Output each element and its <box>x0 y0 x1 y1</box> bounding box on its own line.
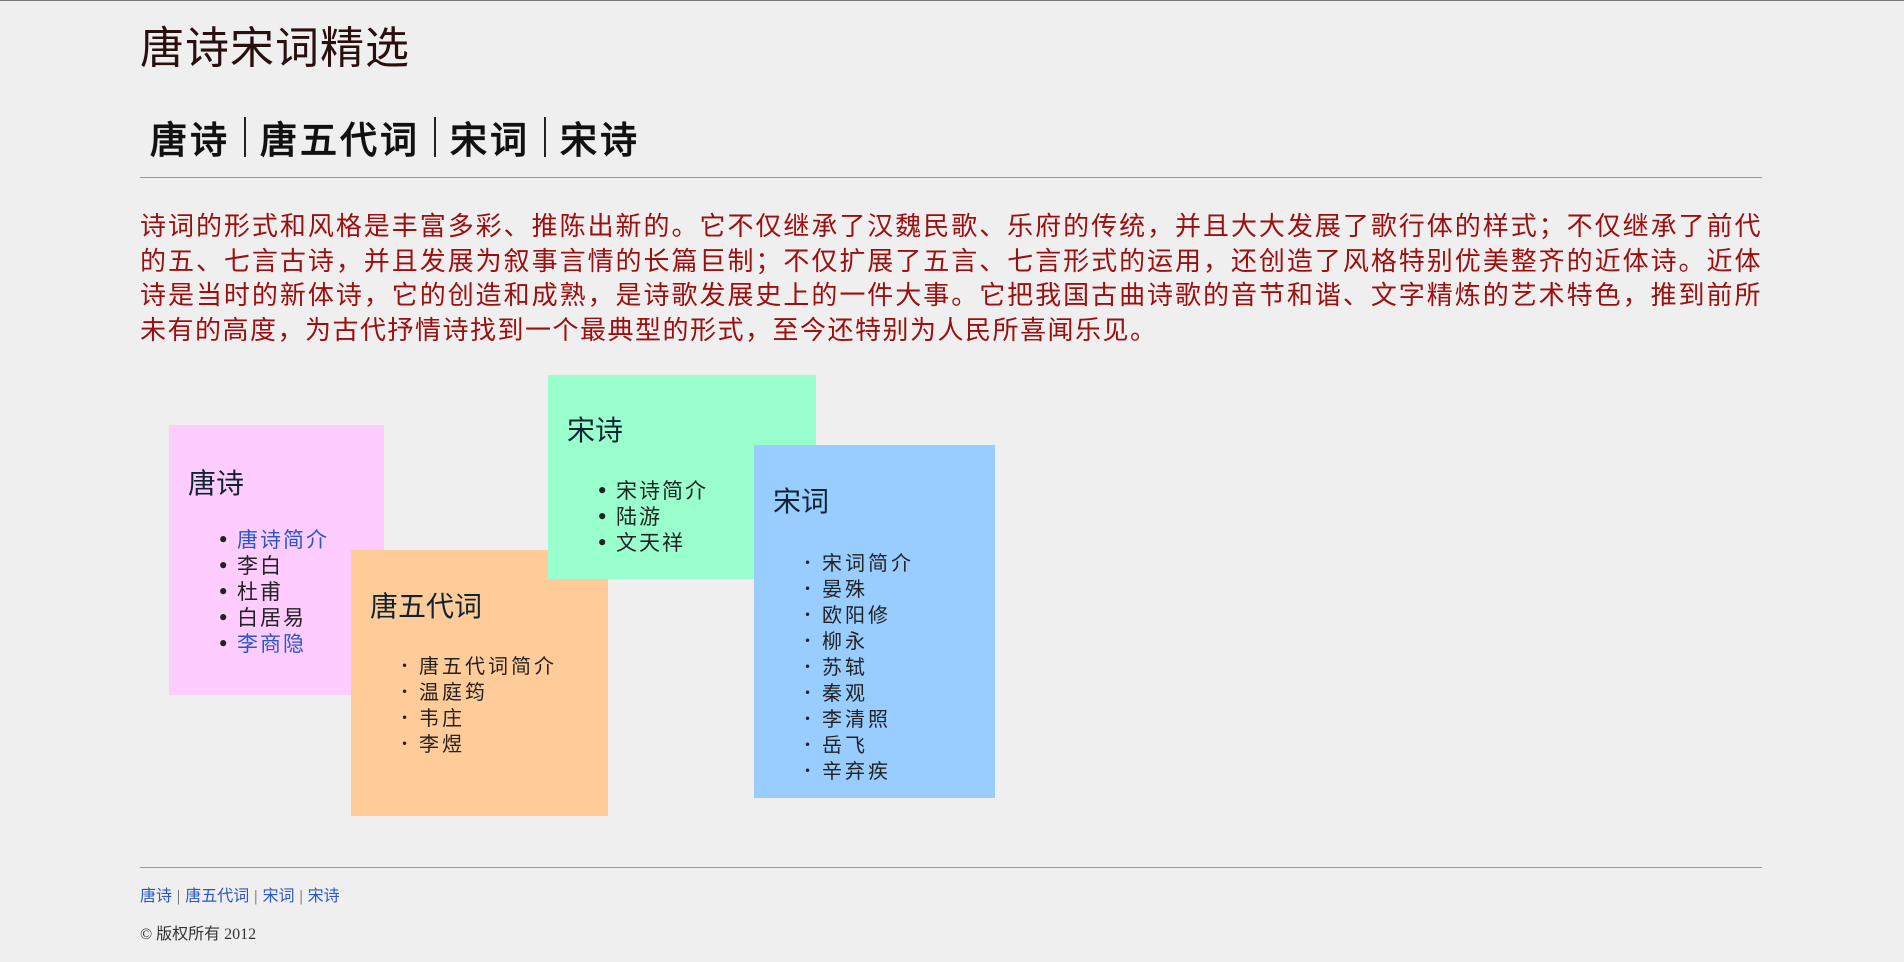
brush-nav-tang-wudai[interactable]: 唐五代词 <box>260 110 420 164</box>
list-item: 岳飞 <box>800 732 914 758</box>
card-list: 唐五代词简介 温庭筠 韦庄 李煜 <box>397 653 557 757</box>
footer-separator: | <box>254 888 258 905</box>
card-list: 唐诗简介 李白 杜甫 白居易 李商隐 <box>215 527 329 657</box>
site-title: 唐诗宋词精选 <box>140 23 410 74</box>
list-item: 李清照 <box>800 706 914 732</box>
list-item: 宋诗简介 <box>594 478 708 504</box>
list-item: 苏轼 <box>800 654 914 680</box>
footer-link-song-ci[interactable]: 宋词 <box>262 888 294 905</box>
list-item: 李煜 <box>397 731 557 757</box>
card-title: 宋词 <box>773 485 830 518</box>
brush-nav-song-ci[interactable]: 宋词 <box>450 110 530 164</box>
list-item: 杜甫 <box>215 579 329 605</box>
brush-nav-divider <box>244 117 246 157</box>
list-item: 韦庄 <box>397 705 557 731</box>
list-item: 温庭筠 <box>397 679 557 705</box>
footer-link-tang[interactable]: 唐诗 <box>140 888 172 905</box>
copyright-text: © 版权所有 2012 <box>140 926 257 943</box>
list-item: 秦观 <box>800 680 914 706</box>
list-item: 晏殊 <box>800 576 914 602</box>
card-title: 宋诗 <box>567 414 624 447</box>
footer-navigation: 唐诗 | 唐五代词 | 宋词 | 宋诗 <box>140 886 340 908</box>
footer-link-song-poem[interactable]: 宋诗 <box>308 888 340 905</box>
card-title: 唐诗 <box>188 467 245 500</box>
card-list: 宋诗简介 陆游 文天祥 <box>594 478 708 556</box>
brush-nav-tang[interactable]: 唐诗 <box>150 110 230 164</box>
list-item: 欧阳修 <box>800 602 914 628</box>
list-item-link[interactable]: 唐诗简介 <box>215 527 329 553</box>
list-item: 唐五代词简介 <box>397 653 557 679</box>
list-item: 陆游 <box>594 504 708 530</box>
list-item: 文天祥 <box>594 530 708 556</box>
brush-nav-divider <box>544 117 546 157</box>
brush-nav-divider <box>434 117 436 157</box>
brush-nav-song-poem[interactable]: 宋诗 <box>560 110 640 164</box>
header-divider <box>140 177 1762 178</box>
list-item: 辛弃疾 <box>800 758 914 784</box>
intro-paragraph: 诗词的形式和风格是丰富多彩、推陈出新的。它不仅继承了汉魏民歌、乐府的传统，并且大… <box>140 212 1762 346</box>
card-title: 唐五代词 <box>370 590 483 623</box>
list-item: 白居易 <box>215 605 329 631</box>
card-tang-wudai: 唐五代词 唐五代词简介 温庭筠 韦庄 李煜 <box>351 550 608 816</box>
list-item: 李白 <box>215 553 329 579</box>
brush-navigation: 唐诗 唐五代词 宋词 宋诗 <box>150 112 640 162</box>
list-item-link[interactable]: 李商隐 <box>215 631 329 657</box>
list-item: 柳永 <box>800 628 914 654</box>
page-container: 唐诗宋词精选 唐诗 唐五代词 宋词 宋诗 诗词的形式和风格是丰富多彩、推陈出新的… <box>140 0 1762 962</box>
footer-link-tang-wudai[interactable]: 唐五代词 <box>185 888 249 905</box>
list-item: 宋词简介 <box>800 550 914 576</box>
card-list: 宋词简介 晏殊 欧阳修 柳永 苏轼 秦观 李清照 岳飞 辛弃疾 <box>800 550 914 784</box>
footer-separator: | <box>177 888 181 905</box>
card-song-ci: 宋词 宋词简介 晏殊 欧阳修 柳永 苏轼 秦观 李清照 岳飞 辛弃疾 <box>754 445 995 798</box>
footer-divider <box>140 867 1762 868</box>
footer-separator: | <box>299 888 303 905</box>
